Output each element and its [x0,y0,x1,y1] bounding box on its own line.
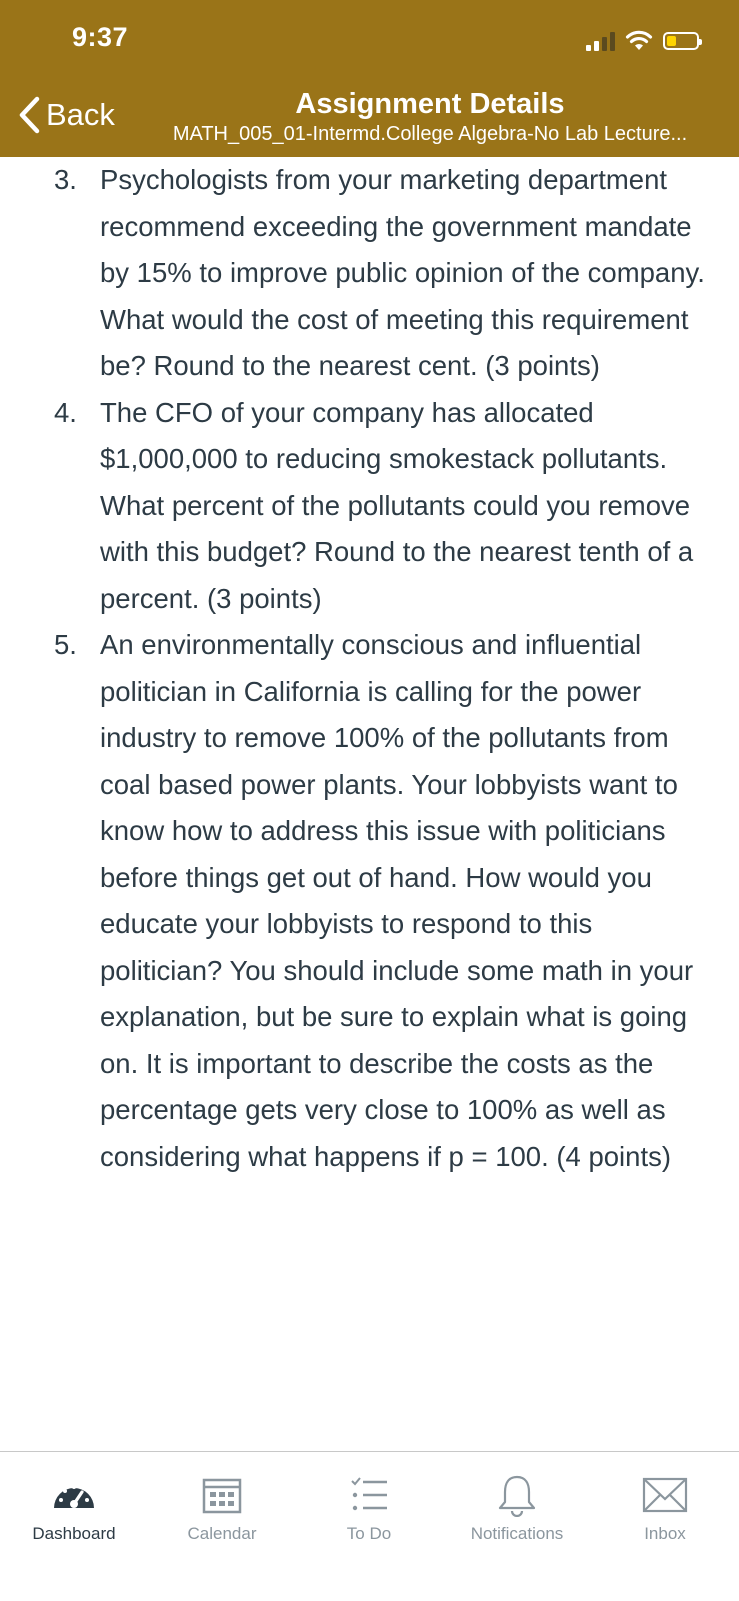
tab-label: To Do [346,1524,392,1543]
tab-notifications[interactable]: Notifications [443,1452,591,1562]
question-number: 4. [54,396,77,428]
cellular-signal-icon [586,31,615,51]
status-icons [586,28,702,54]
question-item: 4. The CFO of your company has allocated… [0,390,739,623]
inbox-icon [642,1477,688,1513]
bell-icon [498,1475,536,1517]
tab-todo[interactable]: To Do [295,1452,443,1562]
back-button[interactable]: Back [18,96,115,134]
assignment-content[interactable]: 3. Psychologists from your marketing dep… [0,157,739,1451]
tab-label: Calendar [187,1524,257,1543]
tab-label: Dashboard [32,1524,116,1543]
todo-icon [351,1477,387,1511]
question-text: An environmentally conscious and influen… [100,629,694,1172]
tab-label: Inbox [644,1524,686,1543]
question-list: 3. Psychologists from your marketing dep… [0,157,739,1180]
wifi-icon [625,30,653,50]
calendar-icon [202,1478,242,1514]
status-time: 9:37 [72,22,129,52]
back-label: Back [46,97,115,132]
tab-dashboard[interactable]: Dashboard [0,1452,148,1562]
battery-icon [663,32,702,50]
question-text: The CFO of your company has allocated $1… [100,396,694,614]
tab-label: Notifications [470,1524,564,1543]
question-text: Psychologists from your marketing depart… [100,164,705,381]
question-item: 5. An environmentally conscious and infl… [0,622,739,1180]
course-subtitle: MATH_005_01-Intermd.College Algebra-No L… [172,123,688,145]
question-number: 5. [54,629,77,660]
chevron-left-icon [19,96,40,134]
page-title: Assignment Details [295,88,565,120]
dashboard-icon [54,1485,94,1508]
question-item: 3. Psychologists from your marketing dep… [0,157,739,390]
tab-inbox[interactable]: Inbox [591,1452,739,1562]
tab-bar: Dashboard Calendar To Do Notifications I… [0,1451,739,1601]
nav-header: 9:37 Back Assignment Details MATH_005_01… [0,0,739,157]
tab-calendar[interactable]: Calendar [148,1452,296,1562]
question-number: 3. [54,164,77,195]
